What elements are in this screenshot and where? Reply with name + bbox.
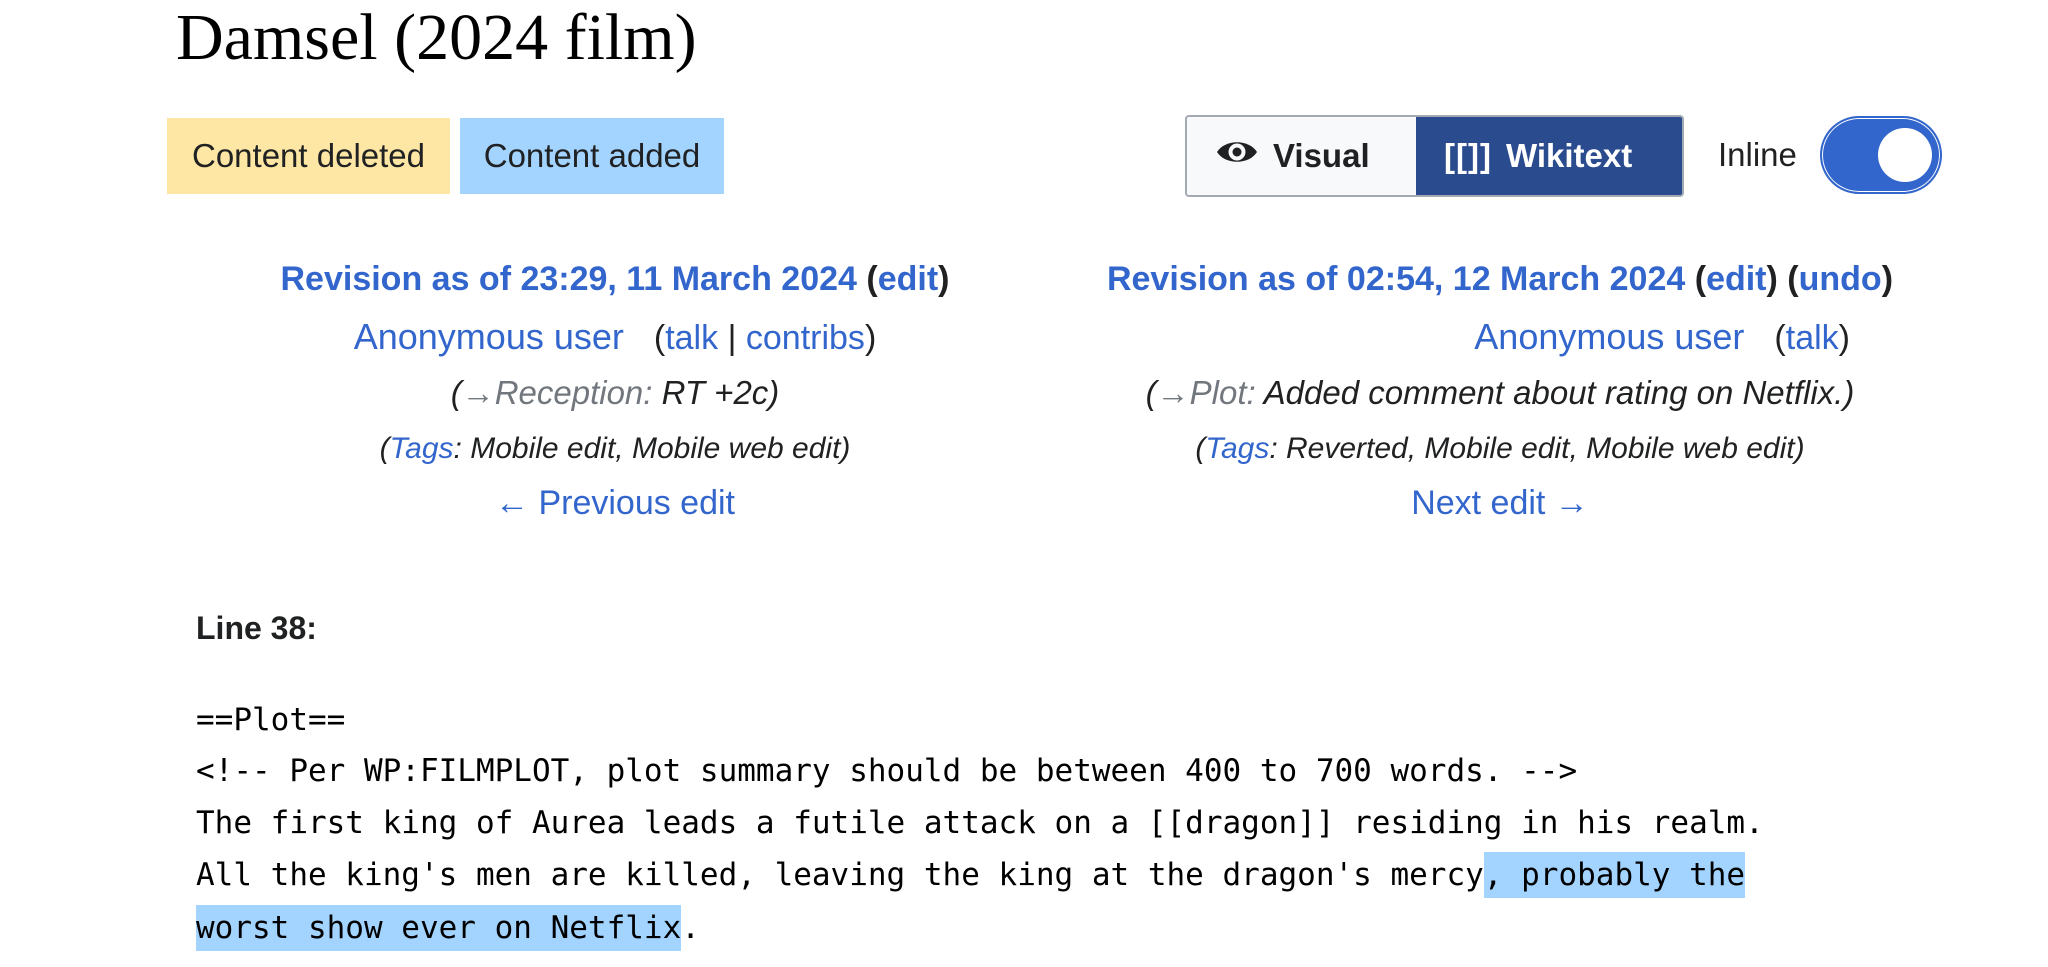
new-summary-section[interactable]: Plot: [1190, 374, 1256, 411]
new-edit-summary: (→Plot: Added comment about rating on Ne… [1060, 374, 1940, 412]
new-edit-link[interactable]: edit [1706, 260, 1766, 298]
old-tags-text: : Mobile edit, Mobile web edit) [453, 432, 851, 465]
previous-edit-link[interactable]: ← Previous edit [215, 484, 1015, 523]
diff-inserted-text: worst show ever on Netflix [196, 905, 682, 951]
separator: | [727, 319, 737, 357]
paren: ) [864, 319, 877, 357]
diff-context-line: <!-- Per WP:FILMPLOT, plot summary shoul… [196, 753, 1578, 789]
old-contribs-link[interactable]: contribs [746, 319, 865, 357]
old-user-tools: (talk | contribs) [654, 319, 876, 357]
old-revision-tags: (Tags: Mobile edit, Mobile web edit) [215, 432, 1015, 466]
paren: ( [1195, 432, 1206, 465]
old-summary-section[interactable]: Reception: [495, 374, 653, 411]
diff-unchanged-text: All the king's men are killed, leaving t… [196, 857, 1484, 893]
old-summary-text: RT +2c) [652, 374, 780, 411]
new-revision-title: Revision as of 02:54, 12 March 2024 (edi… [1060, 260, 1940, 299]
diff-changed-line: worst show ever on Netflix. [196, 902, 700, 954]
paren: ( [379, 432, 390, 465]
old-revision-link[interactable]: Revision as of 23:29, 11 March 2024 [281, 260, 857, 298]
new-revision-link[interactable]: Revision as of 02:54, 12 March 2024 [1107, 260, 1685, 298]
diff-line-number: Line 38: [196, 610, 317, 646]
new-user-link[interactable]: Anonymous user [1474, 316, 1744, 357]
diff-context-line: ==Plot== [196, 702, 346, 738]
new-tags-link[interactable]: Tags [1205, 432, 1269, 465]
diff-changed-line: All the king's men are killed, leaving t… [196, 849, 1746, 901]
paren: ) [1881, 260, 1894, 298]
old-revision-header: Revision as of 23:29, 11 March 2024 (edi… [215, 0, 1015, 560]
old-summary-arrow-link[interactable]: → [462, 374, 495, 411]
paren: ( [866, 260, 878, 298]
next-edit-link[interactable]: Next edit → [1060, 484, 1940, 523]
paren: ) ( [1766, 260, 1799, 298]
new-talk-link[interactable]: talk [1786, 319, 1839, 357]
diff-context-line: The first king of Aurea leads a futile a… [196, 805, 1764, 841]
paren: ) [1838, 319, 1850, 357]
paren: ( [1694, 260, 1707, 298]
old-revision-user: Anonymous user (talk | contribs) [215, 316, 1015, 358]
new-revision-tags: (Tags: Reverted, Mobile edit, Mobile web… [1060, 432, 1940, 466]
old-edit-summary: (→Reception: RT +2c) [215, 374, 1015, 412]
paren: ) [938, 260, 950, 298]
paren: ( [450, 374, 462, 411]
diff-page: Damsel (2024 film) Content deleted Conte… [0, 0, 2048, 967]
new-revision-user: Anonymous user (talk) [1060, 316, 1850, 358]
paren: ( [653, 319, 666, 357]
old-edit-link[interactable]: edit [878, 260, 938, 298]
new-summary-text: Added comment about rating on Netflix.) [1255, 374, 1855, 411]
paren: ( [1145, 374, 1157, 411]
old-user-link[interactable]: Anonymous user [354, 316, 624, 357]
diff-unchanged-text: . [681, 910, 700, 946]
old-tags-link[interactable]: Tags [390, 432, 454, 465]
diff-inserted-text: , probably the [1483, 852, 1746, 898]
old-talk-link[interactable]: talk [665, 319, 718, 357]
old-revision-title: Revision as of 23:29, 11 March 2024 (edi… [215, 260, 1015, 299]
new-revision-header: Revision as of 02:54, 12 March 2024 (edi… [1060, 0, 1940, 560]
new-user-tools: (talk) [1774, 319, 1850, 357]
new-summary-arrow-link[interactable]: → [1157, 374, 1190, 411]
undo-link[interactable]: undo [1799, 260, 1882, 298]
new-tags-text: : Reverted, Mobile edit, Mobile web edit… [1269, 432, 1805, 465]
paren: ( [1774, 319, 1786, 357]
